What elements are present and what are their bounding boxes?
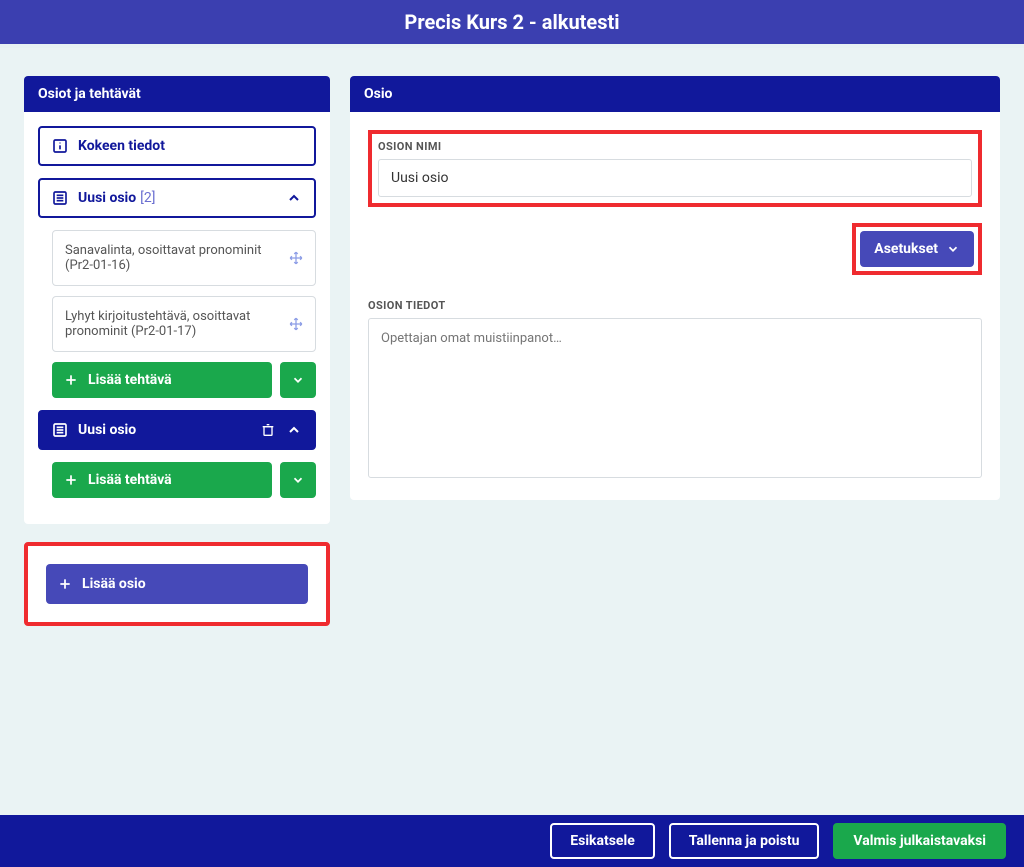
task-label: Lyhyt kirjoitustehtävä, osoittavat prono… bbox=[65, 309, 289, 339]
plus-icon bbox=[58, 577, 72, 591]
section-label: Uusi osio bbox=[78, 422, 136, 438]
plus-icon bbox=[64, 373, 78, 387]
chevron-down-icon bbox=[946, 242, 960, 256]
add-task-label: Lisää tehtävä bbox=[88, 372, 172, 388]
section-count: [2] bbox=[140, 190, 155, 206]
add-section-button[interactable]: Lisää osio bbox=[46, 564, 308, 604]
add-task-button-2[interactable]: Lisää tehtävä bbox=[52, 462, 272, 498]
task-card[interactable]: Lyhyt kirjoitustehtävä, osoittavat prono… bbox=[52, 296, 316, 352]
content-title: Osio bbox=[350, 76, 1000, 112]
move-icon[interactable] bbox=[289, 251, 303, 265]
section-label: Uusi osio bbox=[78, 190, 136, 206]
content-panel: Osio OSION NIMI Asetukset OSION TIEDOT bbox=[350, 76, 1000, 626]
preview-button[interactable]: Esikatsele bbox=[550, 823, 655, 859]
save-exit-button[interactable]: Tallenna ja poistu bbox=[669, 823, 820, 859]
add-section-label: Lisää osio bbox=[82, 576, 146, 592]
task-card[interactable]: Sanavalinta, osoittavat pronominit (Pr2-… bbox=[52, 230, 316, 286]
add-task-dropdown-1[interactable] bbox=[280, 362, 316, 398]
section-header-1[interactable]: Uusi osio [2] bbox=[38, 178, 316, 218]
settings-highlight: Asetukset bbox=[852, 223, 982, 275]
add-task-label: Lisää tehtävä bbox=[88, 472, 172, 488]
list-icon bbox=[52, 422, 68, 438]
section-header-2[interactable]: Uusi osio bbox=[38, 410, 316, 450]
move-icon[interactable] bbox=[289, 317, 303, 331]
section-name-highlight: OSION NIMI bbox=[368, 130, 982, 207]
publish-button[interactable]: Valmis julkaistavaksi bbox=[833, 823, 1006, 859]
section-name-label: OSION NIMI bbox=[378, 140, 972, 153]
exam-info-label: Kokeen tiedot bbox=[78, 138, 165, 154]
add-task-button-1[interactable]: Lisää tehtävä bbox=[52, 362, 272, 398]
info-icon bbox=[52, 138, 68, 154]
settings-label: Asetukset bbox=[874, 241, 938, 257]
chevron-down-icon bbox=[291, 473, 305, 487]
settings-button[interactable]: Asetukset bbox=[860, 231, 974, 267]
page-title: Precis Kurs 2 - alkutesti bbox=[404, 10, 619, 34]
exam-info-button[interactable]: Kokeen tiedot bbox=[38, 126, 316, 166]
sidebar-body: Kokeen tiedot Uusi osio [2] Sanavalinta,… bbox=[24, 112, 330, 524]
trash-icon[interactable] bbox=[260, 422, 276, 438]
sidebar: Osiot ja tehtävät Kokeen tiedot Uusi osi… bbox=[24, 76, 330, 626]
page-header: Precis Kurs 2 - alkutesti bbox=[0, 0, 1024, 44]
list-icon bbox=[52, 190, 68, 206]
chevron-down-icon bbox=[291, 373, 305, 387]
chevron-up-icon[interactable] bbox=[286, 422, 302, 438]
footer-bar: Esikatsele Tallenna ja poistu Valmis jul… bbox=[0, 815, 1024, 867]
section-name-input[interactable] bbox=[378, 159, 972, 197]
section-details-label: OSION TIEDOT bbox=[368, 299, 982, 312]
chevron-up-icon[interactable] bbox=[286, 190, 302, 206]
add-task-dropdown-2[interactable] bbox=[280, 462, 316, 498]
task-label: Sanavalinta, osoittavat pronominit (Pr2-… bbox=[65, 243, 289, 273]
add-section-highlight: Lisää osio bbox=[24, 542, 330, 626]
plus-icon bbox=[64, 473, 78, 487]
sidebar-title: Osiot ja tehtävät bbox=[24, 76, 330, 112]
section-details-textarea[interactable] bbox=[368, 318, 982, 478]
